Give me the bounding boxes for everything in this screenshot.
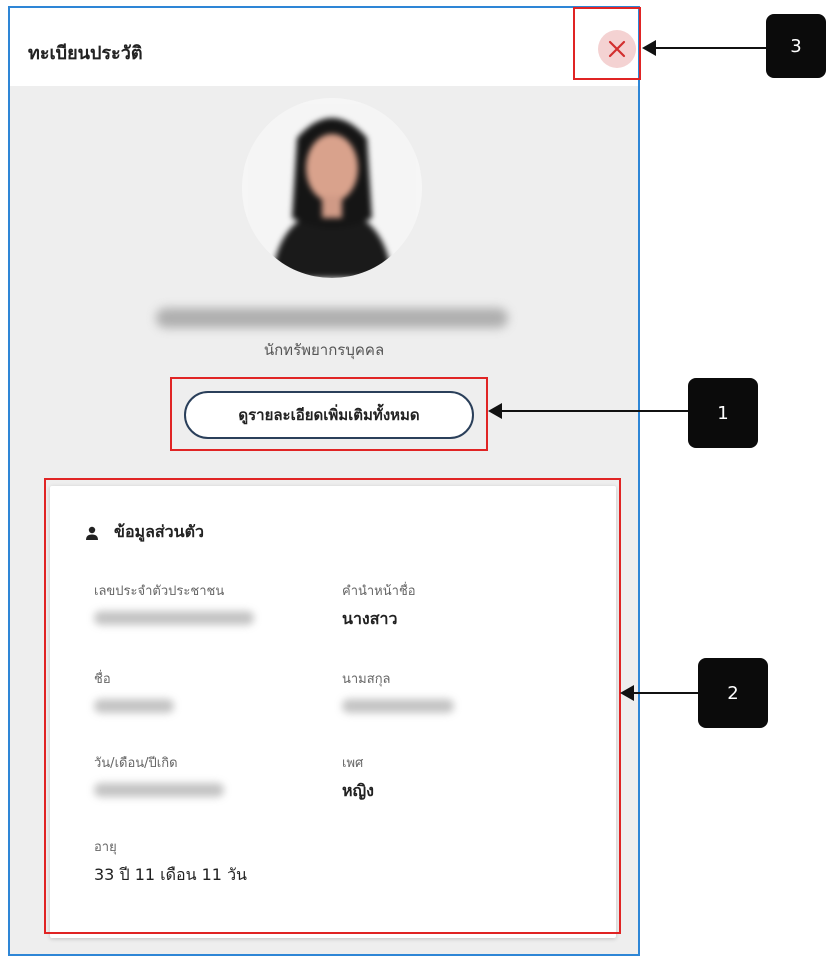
employee-name-redacted (156, 308, 508, 328)
annotation-marker-3: 3 (766, 14, 826, 78)
avatar-photo (242, 98, 422, 278)
annotation-arrow-3 (642, 40, 766, 56)
annotation-arrow-2 (620, 685, 698, 701)
employee-position: นักทรัพยากรบุคคล (263, 341, 385, 359)
annotation-box-close (573, 7, 641, 80)
dialog-header: ทะเบียนประวัติ (10, 8, 638, 86)
annotation-box-details (170, 377, 488, 451)
annotation-marker-2: 2 (698, 658, 768, 728)
annotation-box-card (44, 478, 621, 934)
dialog-title: ทะเบียนประวัติ (28, 43, 143, 64)
annotation-arrow-1 (488, 403, 688, 419)
annotation-marker-1: 1 (688, 378, 758, 448)
avatar (242, 98, 422, 278)
